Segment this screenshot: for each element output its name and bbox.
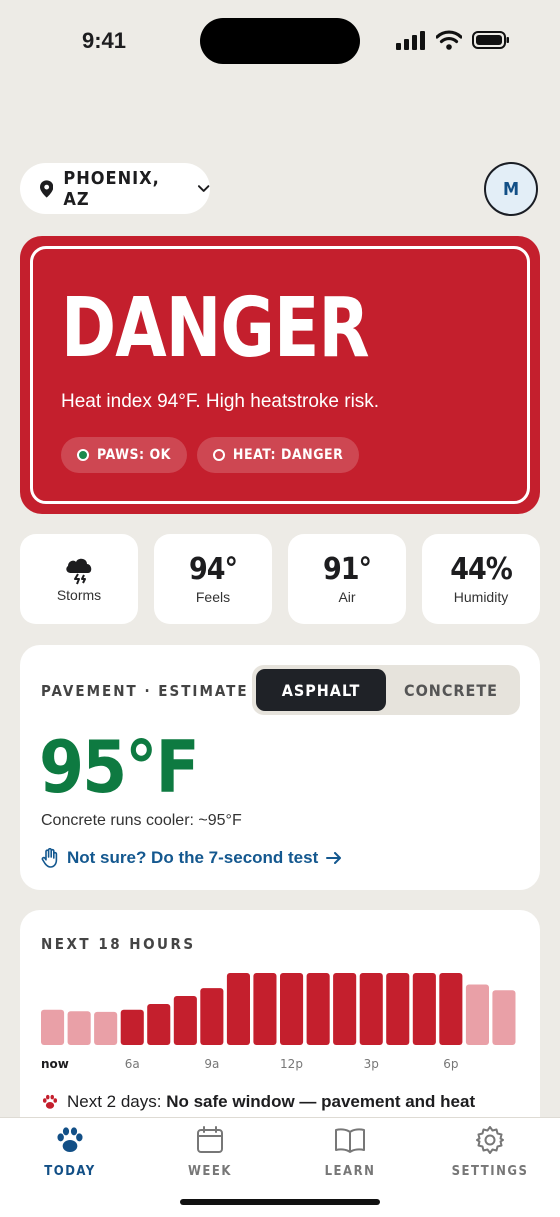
book-icon: [335, 1128, 365, 1153]
location-label: PHOENIX, AZ: [63, 167, 160, 210]
alert-chips: PAWS: OK HEAT: DANGER: [61, 437, 499, 473]
hour-tick-label: now: [41, 1057, 69, 1071]
hour-bar: [120, 1009, 144, 1045]
paw-print-icon: [42, 1094, 58, 1109]
forecast-bold: No safe window — pavement and heat: [166, 1092, 476, 1111]
hour-bar: [41, 1009, 65, 1045]
tab-learn[interactable]: LEARN: [300, 1124, 400, 1179]
location-selector[interactable]: PHOENIX, AZ: [20, 163, 210, 214]
tab-week[interactable]: WEEK: [160, 1124, 260, 1179]
paws-status-label: PAWS: OK: [97, 447, 171, 463]
paw-icon: [57, 1127, 83, 1152]
heat-status-label: HEAT: DANGER: [232, 447, 344, 463]
paws-status-chip: PAWS: OK: [61, 437, 187, 473]
hour-bar: [465, 984, 489, 1045]
hourly-risk-chart: now 6a 9a 12p 3p 6p: [41, 973, 516, 1071]
surface-toggle: ASPHALT CONCRETE: [252, 665, 520, 715]
hour-tick-label: 6p: [443, 1057, 458, 1071]
hour-bar: [333, 973, 357, 1045]
stat-storms-label: Storms: [56, 587, 102, 603]
tab-today[interactable]: TODAY: [20, 1124, 120, 1179]
hour-bar: [280, 973, 304, 1045]
status-bar: 9:41: [0, 0, 560, 80]
seven-second-test-link[interactable]: Not sure? Do the 7-second test: [41, 848, 342, 868]
storm-cloud-icon: [66, 558, 92, 585]
heat-status-chip: HEAT: DANGER: [196, 437, 360, 473]
hour-tick-label: 3p: [364, 1057, 379, 1071]
status-time: 9:41: [82, 28, 127, 53]
stat-humidity-value: 44%: [450, 552, 513, 587]
alert-level: DANGER: [61, 281, 370, 376]
tab-learn-label: LEARN: [324, 1164, 376, 1179]
stat-air-label: Air: [338, 589, 356, 605]
hand-icon: [41, 848, 58, 868]
hour-bar: [67, 1011, 91, 1045]
hour-bar: [386, 973, 410, 1045]
dynamic-island: [200, 18, 360, 64]
heat-alert-card: DANGER Heat index 94°F. High heatstroke …: [20, 236, 540, 514]
hour-bar: [147, 1004, 171, 1045]
stat-humidity-label: Humidity: [453, 589, 509, 605]
stat-feels-value: 94°: [188, 552, 238, 587]
hour-bar: [359, 973, 383, 1045]
hour-bar: [226, 973, 250, 1045]
forecast-prefix: Next 2 days:: [67, 1092, 167, 1111]
seven-second-test-label: Not sure? Do the 7-second test: [67, 848, 319, 867]
wifi-icon: [436, 30, 462, 50]
hour-tick-label: 6a: [125, 1057, 140, 1071]
stat-feels-label: Feels: [195, 589, 231, 605]
stat-feels: 94° Feels: [154, 534, 272, 624]
hour-tick-label: 9a: [204, 1057, 219, 1071]
profile-avatar[interactable]: M: [484, 162, 538, 216]
hour-bar: [94, 1011, 118, 1045]
battery-icon: [472, 31, 509, 49]
gear-icon: [476, 1126, 504, 1154]
hour-bar: [492, 990, 516, 1045]
tab-settings[interactable]: SETTINGS: [440, 1124, 540, 1179]
cellular-signal-icon: [396, 31, 425, 50]
pavement-title: PAVEMENT · ESTIMATE: [41, 682, 249, 700]
chevron-down-icon: [197, 184, 210, 192]
hour-bar: [439, 973, 463, 1045]
paws-status-dot: [77, 449, 89, 461]
alert-description: Heat index 94°F. High heatstroke risk.: [61, 391, 380, 412]
stat-storms: Storms: [20, 534, 138, 624]
heat-status-dot: [212, 449, 225, 461]
forecast-summary: Next 2 days: No safe window — pavement a…: [41, 1092, 475, 1112]
stat-air: 91° Air: [288, 534, 406, 624]
home-indicator: [180, 1199, 380, 1205]
pavement-card: PAVEMENT · ESTIMATE ASPHALT CONCRETE 95°…: [20, 645, 540, 890]
weather-stats: Storms 94° Feels 91° Air 44% Humidity: [20, 534, 540, 624]
tab-today-label: TODAY: [44, 1164, 96, 1179]
stat-air-value: 91°: [322, 552, 372, 587]
tab-week-label: WEEK: [188, 1164, 232, 1179]
arrow-right-icon: [326, 852, 342, 864]
segment-concrete[interactable]: CONCRETE: [386, 669, 516, 711]
status-icons: [396, 30, 510, 50]
hour-bar: [306, 973, 330, 1045]
pavement-temperature: 95°F: [39, 725, 200, 809]
location-pin-icon: [40, 179, 54, 198]
hour-bar: [200, 988, 224, 1045]
pavement-note: Concrete runs cooler: ~95°F: [41, 812, 242, 829]
heat-alert-inner: DANGER Heat index 94°F. High heatstroke …: [30, 246, 530, 504]
hour-bar: [253, 973, 277, 1045]
hour-bar: [173, 996, 197, 1045]
hour-tick-label: 12p: [280, 1057, 303, 1071]
calendar-icon: [197, 1126, 223, 1153]
stat-humidity: 44% Humidity: [422, 534, 540, 624]
segment-asphalt[interactable]: ASPHALT: [256, 669, 386, 711]
tab-settings-label: SETTINGS: [451, 1164, 529, 1179]
hour-bar: [412, 973, 436, 1045]
